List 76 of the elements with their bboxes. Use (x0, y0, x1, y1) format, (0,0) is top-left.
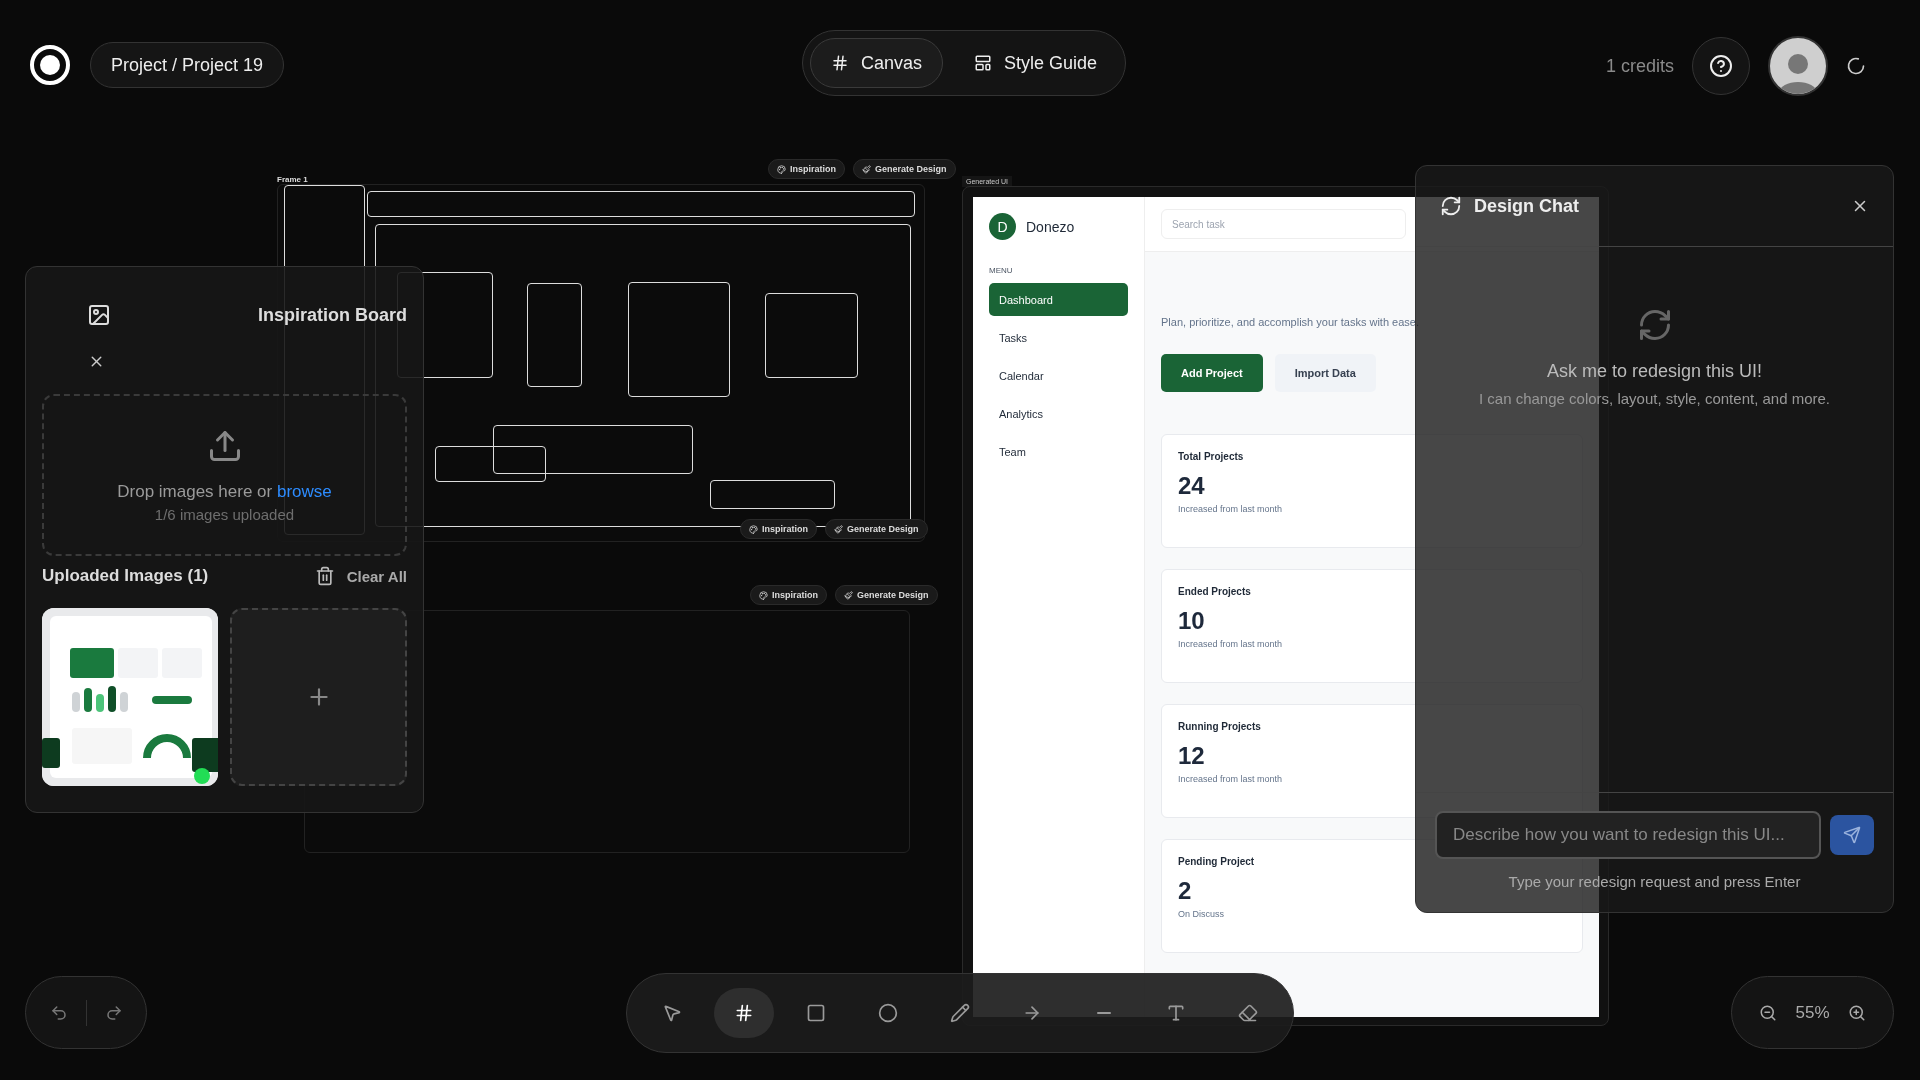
frame-label: Frame 1 (277, 175, 308, 184)
stat-label: Running Projects (1178, 721, 1261, 732)
pencil-icon (950, 1003, 970, 1023)
empty-title: Ask me to redesign this UI! (1546, 361, 1763, 382)
image-icon (87, 303, 111, 327)
hash-tool[interactable] (714, 988, 774, 1038)
hash-icon (831, 54, 849, 72)
stat-note: Increased from last month (1178, 504, 1283, 514)
input-hint: Type your redesign request and press Enter (1508, 873, 1801, 890)
search-field[interactable]: Search task (1161, 209, 1406, 239)
stat-value: 24 (1178, 472, 1205, 500)
empty-text: I can change colors, layout, style, content, and more. (1479, 390, 1830, 407)
chat-input[interactable]: Describe how you want to redesign this UI... (1435, 811, 1821, 859)
brush-icon (834, 524, 843, 534)
stat-value: 12 (1178, 742, 1205, 770)
add-project-button[interactable]: Add Project (1161, 354, 1263, 392)
project-breadcrumb[interactable]: Project / Project 19 (90, 42, 285, 88)
brush-icon (862, 164, 871, 174)
credits-count: 1 credits (1606, 55, 1675, 77)
stat-label: Pending Project (1178, 856, 1255, 867)
inspiration-button[interactable]: Inspiration (768, 159, 845, 179)
undo-icon (49, 1003, 68, 1022)
section-title: Uploaded Images (1) (42, 566, 209, 586)
layout-icon (974, 54, 993, 72)
trash-icon (314, 566, 335, 586)
help-icon (1709, 54, 1734, 78)
palette-icon (777, 164, 786, 174)
text-icon (1166, 1003, 1186, 1023)
import-data-button[interactable]: Import Data (1274, 354, 1376, 392)
send-icon (1843, 826, 1861, 844)
brush-icon (844, 590, 853, 600)
send-button[interactable] (1830, 815, 1874, 855)
stat-note: On Discuss (1178, 909, 1224, 919)
drop-text: Drop images here or browse (117, 481, 332, 502)
eraser-icon (1238, 1003, 1258, 1023)
view-tab[interactable]: Style Guide (953, 38, 1119, 88)
panel-title: Design Chat (1474, 195, 1579, 217)
inspiration-button[interactable]: Inspiration (740, 519, 817, 539)
stat-note: Increased from last month (1178, 774, 1283, 784)
zoom-in-icon (1847, 1003, 1866, 1022)
line-icon (1097, 1012, 1111, 1014)
drop-zone[interactable]: Drop images here or browse 1/6 images uploaded (42, 394, 407, 556)
view-tab[interactable]: Canvas (810, 38, 944, 88)
brand-name: Donezo (1026, 218, 1075, 235)
menu-item[interactable]: Dashboard (989, 283, 1128, 316)
clear-all-button[interactable]: Clear All (314, 566, 407, 586)
menu-item[interactable]: Tasks (989, 321, 1128, 354)
brand-logo: D (989, 213, 1016, 240)
loading-icon (1846, 56, 1867, 76)
menu-item[interactable]: Calendar (989, 359, 1128, 392)
square-icon (806, 1003, 826, 1023)
generate-design-button[interactable]: Generate Design (825, 519, 928, 539)
zoom-out-icon (1759, 1003, 1778, 1022)
logo-icon[interactable] (30, 45, 70, 85)
circle-icon (878, 1003, 898, 1023)
menu-item[interactable]: Team (989, 435, 1128, 468)
menu-item[interactable]: Analytics (989, 397, 1128, 430)
panel-title: Inspiration Board (258, 304, 407, 326)
palette-icon (749, 524, 758, 534)
stat-value: 10 (1178, 607, 1205, 635)
menu-heading: MENU (989, 266, 1014, 275)
stat-note: Increased from last month (1178, 639, 1283, 649)
redo-icon (104, 1003, 123, 1022)
stat-value: 2 (1178, 877, 1192, 905)
browse-link[interactable]: browse (276, 481, 332, 501)
generate-design-button[interactable]: Generate Design (853, 159, 956, 179)
stat-label: Ended Projects (1178, 586, 1251, 597)
refresh-icon (1440, 195, 1462, 217)
stat-label: Total Projects (1178, 451, 1244, 462)
hash-icon (734, 1003, 754, 1023)
generate-design-button[interactable]: Generate Design (835, 585, 938, 605)
palette-icon (759, 590, 768, 600)
inspiration-button[interactable]: Inspiration (750, 585, 827, 605)
pointer-icon (662, 1003, 682, 1023)
zoom-level: 55% (1795, 1002, 1830, 1023)
upload-count: 1/6 images uploaded (154, 505, 295, 523)
